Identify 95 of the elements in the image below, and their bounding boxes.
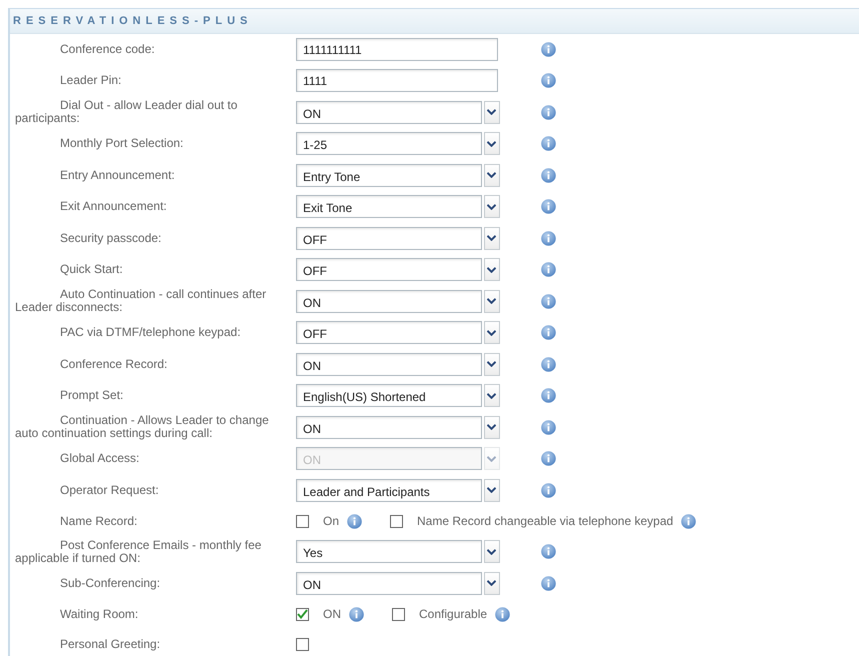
info-icon[interactable] [541,294,556,309]
field-label: Operator Request: [59,484,160,497]
caret-icon [487,109,496,116]
info-icon[interactable] [541,420,556,435]
dropdown-field[interactable]: Yes [296,540,482,564]
info-icon[interactable] [541,136,556,152]
info-icon[interactable] [541,230,556,246]
field-label: Security passcode: [59,232,162,245]
caret-icon [487,487,496,494]
dropdown-arrow-button[interactable] [484,195,500,218]
field-label: Personal Greeting: [59,638,162,650]
field-label: Exit Announcement: [59,200,168,214]
caret-icon [487,330,496,336]
field-label: Prompt Set: [59,389,124,402]
dropdown-arrow-button[interactable] [484,352,500,376]
checkbox[interactable] [296,638,309,650]
caret-icon [487,548,496,555]
field-label: Conference Record: [59,358,168,371]
field-label: Global Access: [59,452,140,466]
field-label: Waiting Room: [59,608,140,620]
info-icon[interactable] [541,104,556,120]
field-label: Quick Start: [59,263,124,276]
info-icon[interactable] [347,514,362,528]
checkbox[interactable] [296,608,309,620]
dropdown-field[interactable]: ON [296,416,482,439]
caret-icon [487,172,496,178]
checkbox[interactable] [296,514,309,528]
info-icon[interactable] [541,42,556,57]
caret-icon [487,204,496,210]
caret-icon [487,361,496,368]
caret-icon [487,235,496,242]
field-label: Conference code: [59,42,156,56]
field-label: Auto Continuation - call continues after Leader disconnects: [14,288,268,314]
dropdown-field[interactable]: ON [296,290,482,313]
dropdown-arrow-button[interactable] [484,258,500,282]
dropdown-field[interactable]: 1-25 [296,132,482,156]
field-label: PAC via DTMF/telephone keypad: [59,326,242,340]
field-label: Leader Pin: [59,74,122,88]
dropdown-field[interactable]: Leader and Participants [296,478,482,502]
dropdown-arrow-button[interactable] [484,384,500,408]
dropdown-arrow-button[interactable] [484,540,500,564]
dropdown-arrow-button[interactable] [484,572,500,595]
info-icon[interactable] [541,544,556,560]
info-icon[interactable] [541,199,556,214]
dropdown-arrow-button[interactable] [484,290,500,313]
option-label: Configurable [419,606,488,623]
text-input[interactable]: 1111 [296,69,498,92]
dropdown-field[interactable]: OFF [296,321,482,344]
checkbox[interactable] [392,608,405,620]
info-icon[interactable] [541,73,556,88]
field-label: Monthly Port Selection: [59,137,184,150]
caret-icon [487,392,496,399]
dropdown-field[interactable]: Exit Tone [296,195,482,218]
info-icon[interactable] [541,262,556,278]
field-label: Post Conference Emails - monthly fee applicable if turned ON: [14,538,262,565]
dropdown-arrow-button[interactable] [484,100,500,124]
caret-icon [487,298,496,304]
field-label: Continuation - Allows Leader to change auto continuation settings during call: [14,414,270,440]
info-icon[interactable] [541,576,556,591]
text-input[interactable]: 1111111111 [296,38,498,61]
dropdown-field[interactable]: ON [296,100,482,124]
field-label: Entry Announcement: [59,168,176,182]
caret-icon [487,140,496,147]
section-title: RESERVATIONLESS-PLUS [10,8,859,34]
dropdown-arrow-button[interactable] [484,164,500,187]
caret-icon [487,424,496,430]
dropdown-field[interactable]: OFF [296,258,482,282]
info-icon[interactable] [495,606,510,622]
dropdown-field[interactable]: Entry Tone [296,164,482,187]
dropdown-field[interactable]: OFF [296,226,482,250]
caret-icon [487,456,496,462]
dropdown-field[interactable]: ON [296,352,482,376]
field-label: Dial Out - allow Leader dial out to participants: [14,99,238,126]
option-label: Name Record changeable via telephone keypad [417,513,674,530]
field-label: Name Record: [59,514,138,528]
info-icon[interactable] [541,168,556,183]
dropdown-arrow-button[interactable] [484,321,500,344]
info-icon[interactable] [349,606,364,622]
caret-icon [487,580,496,586]
dropdown-arrow-button[interactable] [484,132,500,156]
option-label: On [323,513,340,530]
info-icon[interactable] [541,356,556,372]
field-label: Sub-Conferencing: [59,576,162,590]
dropdown-field[interactable]: ON [296,572,482,595]
dropdown-field[interactable]: English(US) Shortened [296,384,482,408]
info-icon[interactable] [541,482,556,498]
info-icon[interactable] [681,514,696,528]
info-icon[interactable] [541,325,556,340]
dropdown-arrow-button[interactable] [484,416,500,439]
info-icon[interactable] [541,388,556,404]
caret-icon [487,266,496,273]
option-label: ON [323,606,341,623]
checkbox[interactable] [390,514,404,528]
dropdown-arrow-button[interactable] [484,478,500,502]
dropdown-arrow-button[interactable] [484,226,500,250]
